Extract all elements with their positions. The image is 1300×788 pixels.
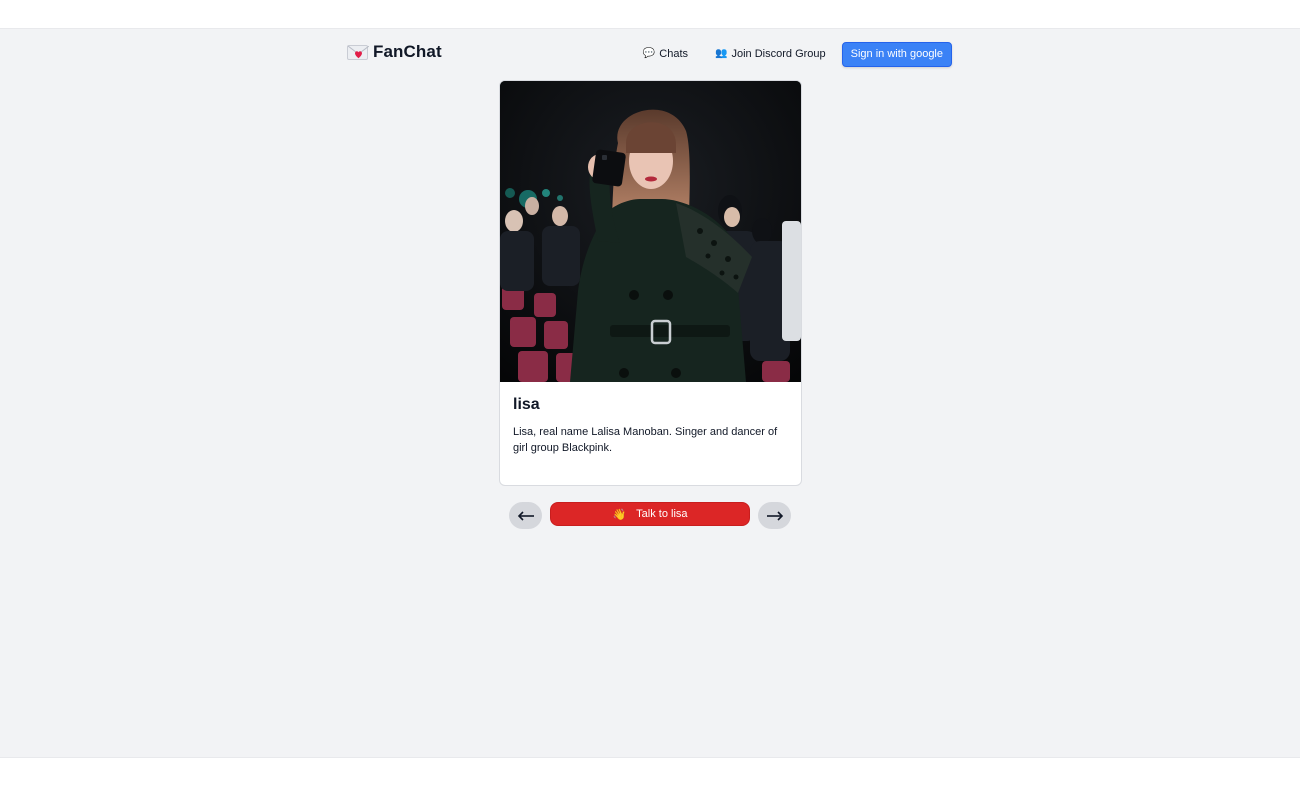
nav-discord-link[interactable]: 👥 Join Discord Group [715, 48, 826, 60]
character-description: Lisa, real name Lalisa Manoban. Singer a… [513, 426, 778, 454]
nav-discord-label: Join Discord Group [731, 48, 826, 60]
people-icon: 👥 [715, 48, 728, 59]
previous-button[interactable] [509, 502, 542, 529]
brand[interactable]: FanChat [347, 42, 442, 62]
portrait-photo [500, 81, 801, 382]
talk-to-character-button[interactable]: 👋 Talk to lisa [550, 502, 750, 526]
nav-links: 💬 Chats 👥 Join Discord Group Sign in wit… [643, 41, 952, 67]
nav-chats-link[interactable]: 💬 Chats [643, 48, 688, 60]
card-body: lisa Lisa, real name Lalisa Manoban. Sin… [513, 396, 791, 456]
next-button[interactable] [758, 502, 791, 529]
talk-button-label: Talk to lisa [636, 508, 688, 520]
character-name: lisa [513, 396, 540, 413]
speech-bubble-icon: 💬 [642, 48, 656, 59]
arrow-left-icon [517, 510, 534, 521]
love-letter-icon [347, 44, 369, 60]
waving-hand-icon: 👋 [612, 508, 627, 521]
arrow-right-icon [766, 510, 783, 521]
brand-name: FanChat [373, 42, 442, 61]
nav-chats-label: Chats [659, 48, 689, 60]
card-controls: 👋 Talk to lisa [509, 501, 791, 529]
character-card: lisa Lisa, real name Lalisa Manoban. Sin… [499, 80, 802, 486]
sign-in-google-button[interactable]: Sign in with google [841, 41, 952, 67]
navbar: FanChat 💬 Chats 👥 Join Discord Group Sig… [347, 40, 952, 68]
